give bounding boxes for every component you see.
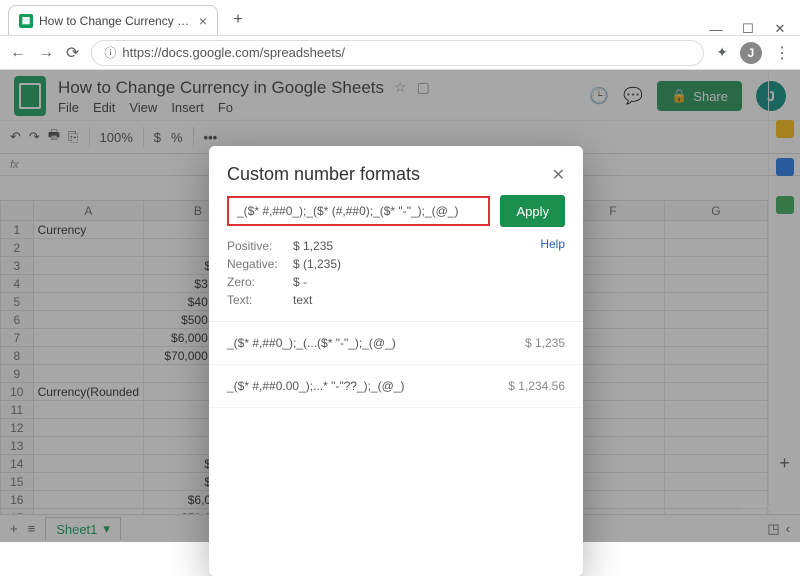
preview-text-label: Text: — [227, 291, 285, 309]
sheets-favicon: ▦ — [19, 14, 33, 28]
watermark: © dodaq.com — [740, 502, 794, 512]
url-text: https://docs.google.com/spreadsheets/ — [122, 45, 345, 60]
window-controls: — ☐ ✕ — [710, 15, 800, 35]
preview-zero-label: Zero: — [227, 273, 285, 291]
browser-tab[interactable]: ▦ How to Change Currency in Goo… × — [8, 5, 218, 35]
extensions-icon[interactable]: ✦ — [716, 44, 728, 61]
browser-titlebar: ▦ How to Change Currency in Goo… × + — ☐… — [0, 0, 800, 36]
close-window-icon[interactable]: ✕ — [774, 23, 786, 35]
format-pattern: _($* #,##0.00_);...* "-"??_);_(@_) — [227, 379, 508, 393]
preview-zero-value: $ - — [293, 273, 307, 291]
minimize-icon[interactable]: — — [710, 23, 722, 35]
address-bar: ← → ⟳ ⓘ https://docs.google.com/spreadsh… — [0, 36, 800, 70]
sheets-app: How to Change Currency in Google Sheets … — [0, 70, 800, 542]
forward-icon[interactable]: → — [38, 44, 54, 62]
close-dialog-icon[interactable]: ✕ — [552, 165, 565, 185]
custom-number-formats-dialog: Custom number formats ✕ Apply Help Posit… — [209, 146, 583, 576]
browser-menu-icon[interactable]: ⋮ — [774, 43, 790, 63]
apply-button[interactable]: Apply — [500, 195, 565, 227]
format-sample: $ 1,234.56 — [508, 379, 565, 393]
preview-negative-value: $ (1,235) — [293, 255, 341, 273]
new-tab-button[interactable]: + — [226, 8, 250, 32]
site-info-icon[interactable]: ⓘ — [104, 44, 116, 61]
preview-text-value: text — [293, 291, 312, 309]
close-tab-icon[interactable]: × — [199, 13, 207, 29]
preview-positive-label: Positive: — [227, 237, 285, 255]
tab-title: How to Change Currency in Goo… — [39, 14, 191, 28]
profile-avatar[interactable]: J — [740, 42, 762, 64]
maximize-icon[interactable]: ☐ — [742, 23, 754, 35]
preview-negative-label: Negative: — [227, 255, 285, 273]
url-input[interactable]: ⓘ https://docs.google.com/spreadsheets/ — [91, 40, 704, 66]
format-list: _($* #,##0_);_(...($* "-"_);_(@_)$ 1,235… — [209, 321, 583, 576]
back-icon[interactable]: ← — [10, 44, 26, 62]
format-list-item[interactable]: _($* #,##0_);_(...($* "-"_);_(@_)$ 1,235 — [209, 322, 583, 365]
reload-icon[interactable]: ⟳ — [66, 43, 79, 63]
help-link[interactable]: Help — [540, 237, 565, 251]
format-sample: $ 1,235 — [525, 336, 565, 350]
preview-positive-value: $ 1,235 — [293, 237, 333, 255]
format-input[interactable] — [227, 196, 490, 226]
format-pattern: _($* #,##0_);_(...($* "-"_);_(@_) — [227, 336, 525, 350]
format-list-item[interactable]: _($* #,##0.00_);...* "-"??_);_(@_)$ 1,23… — [209, 365, 583, 408]
dialog-title: Custom number formats — [227, 164, 420, 185]
